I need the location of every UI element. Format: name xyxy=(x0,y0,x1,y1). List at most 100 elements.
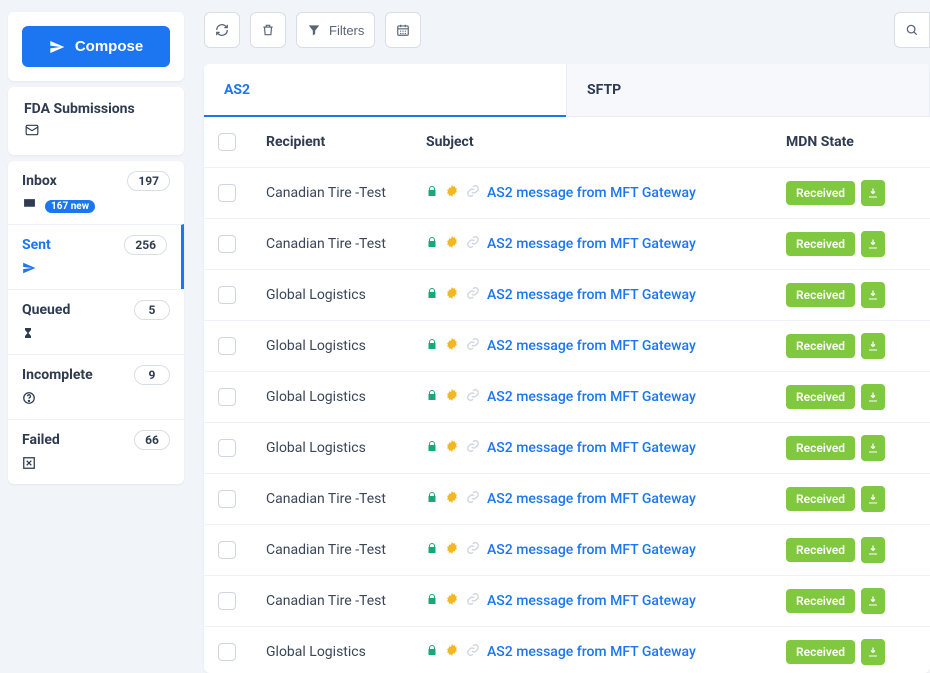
send-icon xyxy=(22,261,167,279)
count-pill: 5 xyxy=(134,300,170,320)
compose-card: Compose xyxy=(8,12,184,81)
refresh-icon xyxy=(215,23,229,37)
attachment-icon xyxy=(466,388,480,406)
count-pill: 9 xyxy=(134,365,170,385)
download-button[interactable] xyxy=(861,486,885,512)
recipient-cell: Canadian Tire -Test xyxy=(266,491,426,507)
subject-link[interactable]: AS2 message from MFT Gateway xyxy=(487,389,696,405)
refresh-button[interactable] xyxy=(204,12,240,48)
new-badge: 167 new xyxy=(45,200,95,213)
row-checkbox[interactable] xyxy=(218,286,236,304)
attachment-icon xyxy=(466,643,480,661)
row-checkbox[interactable] xyxy=(218,388,236,406)
table-row[interactable]: Canadian Tire -TestAS2 message from MFT … xyxy=(204,525,930,576)
table-row[interactable]: Canadian Tire -Test AS2 message from MFT … xyxy=(204,219,930,270)
calendar-button[interactable] xyxy=(385,12,421,48)
search-icon xyxy=(905,23,919,37)
subject-link[interactable]: AS2 message from MFT Gateway xyxy=(487,185,696,201)
nav-label: Incomplete xyxy=(22,367,93,383)
count-pill: 66 xyxy=(134,430,170,450)
download-button[interactable] xyxy=(861,435,885,461)
mdn-state-badge: Received xyxy=(786,334,855,358)
subject-link[interactable]: AS2 message from MFT Gateway xyxy=(487,287,696,303)
recipient-cell: Global Logistics xyxy=(266,338,426,354)
download-button[interactable] xyxy=(861,537,885,563)
filters-button[interactable]: Filters xyxy=(296,12,375,48)
row-checkbox[interactable] xyxy=(218,490,236,508)
attachment-icon xyxy=(466,235,480,253)
calendar-icon xyxy=(396,23,410,37)
funnel-icon xyxy=(307,23,321,37)
tab-as2[interactable]: AS2 xyxy=(204,64,567,116)
recipient-cell: Canadian Tire -Test xyxy=(266,236,426,252)
download-button[interactable] xyxy=(861,282,885,308)
hourglass-icon xyxy=(22,326,170,344)
delete-button[interactable] xyxy=(250,12,286,48)
subject-link[interactable]: AS2 message from MFT Gateway xyxy=(487,593,696,609)
sidebar-item-failed[interactable]: Failed66 xyxy=(8,419,184,484)
subject-link[interactable]: AS2 message from MFT Gateway xyxy=(487,440,696,456)
fda-card[interactable]: FDA Submissions xyxy=(8,87,184,155)
subject-link[interactable]: AS2 message from MFT Gateway xyxy=(487,338,696,354)
attachment-icon xyxy=(466,184,480,202)
row-checkbox[interactable] xyxy=(218,235,236,253)
recipient-cell: Global Logistics xyxy=(266,389,426,405)
nav-label: Sent xyxy=(22,237,51,253)
table-row[interactable]: Global Logistics AS2 message from MFT Gat… xyxy=(204,372,930,423)
download-button[interactable] xyxy=(861,384,885,410)
table-row[interactable]: Global Logistics AS2 message from MFT Gat… xyxy=(204,270,930,321)
lock-icon xyxy=(426,490,438,508)
row-checkbox[interactable] xyxy=(218,184,236,202)
paper-plane-icon xyxy=(49,39,65,55)
download-button[interactable] xyxy=(861,333,885,359)
row-checkbox[interactable] xyxy=(218,337,236,355)
sidebar-item-inbox[interactable]: Inbox197167 new xyxy=(8,161,184,224)
table-row[interactable]: Canadian Tire -TestAS2 message from MFT … xyxy=(204,576,930,627)
row-checkbox[interactable] xyxy=(218,439,236,457)
recipient-cell: Global Logistics xyxy=(266,644,426,660)
lock-icon xyxy=(426,592,438,610)
mdn-state-badge: Received xyxy=(786,436,855,460)
mdn-state-badge: Received xyxy=(786,283,855,307)
nav-card: Inbox197167 newSent256Queued5 Incomplete 9… xyxy=(8,161,184,484)
row-checkbox[interactable] xyxy=(218,541,236,559)
row-checkbox[interactable] xyxy=(218,592,236,610)
certificate-icon xyxy=(445,184,459,202)
recipient-cell: Global Logistics xyxy=(266,440,426,456)
table-row[interactable]: Canadian Tire -Test AS2 message from MFT … xyxy=(204,474,930,525)
sidebar-item-queued[interactable]: Queued5 xyxy=(8,289,184,354)
subject-link[interactable]: AS2 message from MFT Gateway xyxy=(487,236,696,252)
certificate-icon xyxy=(445,337,459,355)
table-row[interactable]: Global Logistics AS2 message from MFT Gat… xyxy=(204,423,930,474)
mdn-state-badge: Received xyxy=(786,589,855,613)
table-row[interactable]: Canadian Tire -Test AS2 message from MFT … xyxy=(204,168,930,219)
subject-link[interactable]: AS2 message from MFT Gateway xyxy=(487,644,696,660)
lock-icon xyxy=(426,235,438,253)
sidebar-item-incomplete[interactable]: Incomplete 9 xyxy=(8,354,184,419)
search-button[interactable] xyxy=(894,12,930,48)
download-button[interactable] xyxy=(861,180,885,206)
lock-icon xyxy=(426,286,438,304)
row-checkbox[interactable] xyxy=(218,643,236,661)
subject-link[interactable]: AS2 message from MFT Gateway xyxy=(487,542,696,558)
certificate-icon xyxy=(445,592,459,610)
attachment-icon xyxy=(466,490,480,508)
table-row[interactable]: Global Logistics AS2 message from MFT Gat… xyxy=(204,321,930,372)
recipient-cell: Canadian Tire -Test xyxy=(266,185,426,201)
download-button[interactable] xyxy=(861,231,885,257)
sidebar: Compose FDA Submissions Inbox197167 newS… xyxy=(0,12,192,673)
table-row[interactable]: Global Logistics AS2 message from MFT Gat… xyxy=(204,627,930,673)
col-recipient: Recipient xyxy=(266,134,426,150)
lock-icon xyxy=(426,184,438,202)
sidebar-item-sent[interactable]: Sent256 xyxy=(8,224,184,289)
tab-sftp[interactable]: SFTP xyxy=(567,64,930,116)
download-button[interactable] xyxy=(861,639,885,665)
recipient-cell: Global Logistics xyxy=(266,287,426,303)
mdn-state-badge: Received xyxy=(786,640,855,664)
attachment-icon xyxy=(466,337,480,355)
download-button[interactable] xyxy=(861,588,885,614)
compose-button[interactable]: Compose xyxy=(22,26,170,67)
select-all-checkbox[interactable] xyxy=(218,133,236,151)
subject-link[interactable]: AS2 message from MFT Gateway xyxy=(487,491,696,507)
compose-label: Compose xyxy=(75,38,143,55)
